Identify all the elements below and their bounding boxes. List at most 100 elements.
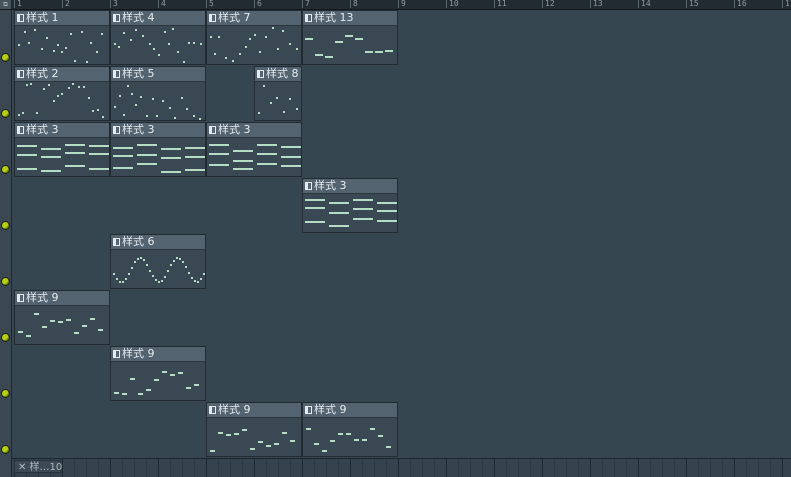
ruler-bar-12[interactable]: 12 <box>542 0 555 8</box>
track-lane[interactable] <box>12 402 791 459</box>
note <box>114 106 116 108</box>
pattern-icon[interactable] <box>113 70 120 78</box>
pattern-clip-header[interactable]: 样式 3 <box>207 123 301 138</box>
note <box>281 156 301 158</box>
note <box>113 167 133 169</box>
note <box>345 35 353 37</box>
track-mute-led-icon[interactable] <box>1 109 10 118</box>
track-mute-led-icon[interactable] <box>1 221 10 230</box>
pattern-icon[interactable] <box>209 14 216 22</box>
pattern-clip[interactable]: 样式 9 <box>110 346 206 401</box>
pattern-icon[interactable] <box>209 406 216 414</box>
ruler-bar-3[interactable]: 3 <box>110 0 118 8</box>
ruler-bar-2[interactable]: 2 <box>62 0 70 8</box>
ruler-bar-1[interactable]: 1 <box>14 0 22 8</box>
pattern-clip[interactable]: 样式 3 <box>206 122 302 177</box>
pattern-clip-header[interactable]: 样式 1 <box>15 11 109 26</box>
note <box>214 53 216 55</box>
ruler-corner-icon[interactable]: ⧉ <box>0 0 11 9</box>
pattern-clip-header[interactable]: 样式 8 <box>255 67 301 82</box>
pattern-clip[interactable]: 样式 3 <box>110 122 206 177</box>
playlist-marker[interactable]: ✕ 样…10 <box>14 460 62 473</box>
pattern-clip-header[interactable]: 样式 4 <box>111 11 205 26</box>
note <box>98 329 103 331</box>
ruler-bar-4[interactable]: 4 <box>158 0 166 8</box>
pattern-clip[interactable]: 样式 5 <box>110 66 206 121</box>
pattern-icon[interactable] <box>17 294 24 302</box>
ruler-bar-13[interactable]: 13 <box>590 0 603 8</box>
track-mute-led-icon[interactable] <box>1 165 10 174</box>
note <box>338 433 343 435</box>
pattern-icon[interactable] <box>17 126 24 134</box>
note <box>210 450 215 452</box>
note <box>134 261 136 263</box>
pattern-clip-header[interactable]: 样式 3 <box>15 123 109 138</box>
ruler-bar-6[interactable]: 6 <box>254 0 262 8</box>
pattern-clip-header[interactable]: 样式 9 <box>303 403 397 418</box>
pattern-clip-header[interactable]: 样式 3 <box>111 123 205 138</box>
pattern-clip-header[interactable]: 样式 6 <box>111 235 205 250</box>
pattern-clip-header[interactable]: 样式 5 <box>111 67 205 82</box>
pattern-clip-header[interactable]: 样式 9 <box>111 347 205 362</box>
pattern-icon[interactable] <box>305 182 312 190</box>
pattern-icon[interactable] <box>113 238 120 246</box>
pattern-clip[interactable]: 样式 9 <box>302 402 398 457</box>
pattern-icon[interactable] <box>113 350 120 358</box>
note <box>113 155 133 157</box>
pattern-icon[interactable] <box>17 70 24 78</box>
pattern-clip[interactable]: 样式 9 <box>206 402 302 457</box>
pattern-clip[interactable]: 样式 6 <box>110 234 206 289</box>
track-mute-led-icon[interactable] <box>1 53 10 62</box>
pattern-clip-label: 样式 3 <box>218 123 251 136</box>
track-mute-led-icon[interactable] <box>1 389 10 398</box>
pattern-clip-header[interactable]: 样式 3 <box>303 179 397 194</box>
pattern-clip-header[interactable]: 样式 9 <box>207 403 301 418</box>
pattern-clip[interactable]: 样式 8 <box>254 66 302 121</box>
track-lane[interactable] <box>12 290 791 347</box>
ruler-bar-8[interactable]: 8 <box>350 0 358 8</box>
ruler-bar-10[interactable]: 10 <box>446 0 459 8</box>
pattern-clip-header[interactable]: 样式 2 <box>15 67 109 82</box>
pattern-clip[interactable]: 样式 1 <box>14 10 110 65</box>
pattern-clip[interactable]: 样式 3 <box>14 122 110 177</box>
ruler-bar-11[interactable]: 11 <box>494 0 507 8</box>
ruler-bar-5[interactable]: 5 <box>206 0 214 8</box>
note <box>89 145 109 147</box>
pattern-icon[interactable] <box>17 14 24 22</box>
pattern-clip[interactable]: 样式 9 <box>14 290 110 345</box>
ruler-bar-14[interactable]: 14 <box>638 0 651 8</box>
note <box>161 171 181 173</box>
note <box>209 144 229 146</box>
track-mute-led-icon[interactable] <box>1 277 10 286</box>
pattern-clip[interactable]: 样式 2 <box>14 66 110 121</box>
pattern-icon[interactable] <box>113 14 120 22</box>
pattern-icon[interactable] <box>113 126 120 134</box>
note <box>193 115 195 117</box>
ruler-bar-15[interactable]: 15 <box>686 0 699 8</box>
pattern-icon[interactable] <box>257 70 264 78</box>
pattern-icon[interactable] <box>209 126 216 134</box>
ruler-bar-9[interactable]: 9 <box>398 0 406 8</box>
pattern-icon[interactable] <box>305 406 312 414</box>
note <box>43 88 45 90</box>
note <box>289 98 291 100</box>
note <box>314 443 319 445</box>
pattern-clip-header[interactable]: 样式 13 <box>303 11 397 26</box>
note <box>61 51 63 53</box>
pattern-clip[interactable]: 样式 7 <box>206 10 302 65</box>
ruler-bar-16[interactable]: 16 <box>734 0 747 8</box>
pattern-icon[interactable] <box>305 14 312 22</box>
note <box>131 267 133 269</box>
note <box>42 326 47 328</box>
pattern-clip-header[interactable]: 样式 7 <box>207 11 301 26</box>
track-mute-led-icon[interactable] <box>1 333 10 342</box>
track-lane[interactable] <box>12 178 791 235</box>
timeline-ruler[interactable]: ⧉ 1234567891011121314151617 <box>0 0 791 10</box>
pattern-clip[interactable]: 样式 3 <box>302 178 398 233</box>
pattern-clip-header[interactable]: 样式 9 <box>15 291 109 306</box>
ruler-bar-17[interactable]: 17 <box>782 0 791 8</box>
track-mute-led-icon[interactable] <box>1 445 10 454</box>
pattern-clip[interactable]: 样式 4 <box>110 10 206 65</box>
pattern-clip[interactable]: 样式 13 <box>302 10 398 65</box>
ruler-bar-7[interactable]: 7 <box>302 0 310 8</box>
